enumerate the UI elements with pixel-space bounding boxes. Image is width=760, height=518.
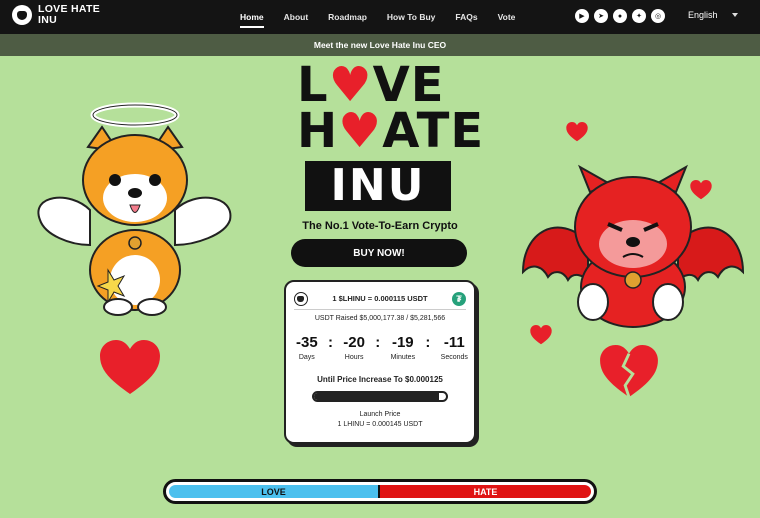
top-navbar: LOVE HATE INU Home About Roadmap How To … bbox=[0, 0, 760, 34]
chevron-down-icon[interactable] bbox=[732, 13, 738, 17]
countdown-seconds: -11 Seconds bbox=[441, 334, 468, 361]
red-heart-icon bbox=[100, 340, 160, 394]
nav-faqs[interactable]: FAQs bbox=[455, 12, 477, 22]
countdown-hours: -20 Hours bbox=[343, 334, 365, 361]
dog-logo-icon bbox=[12, 5, 32, 25]
presale-progress-bar bbox=[312, 391, 448, 402]
launch-price-value: 1 LHINU = 0.000145 USDT bbox=[337, 421, 423, 428]
devil-dog-illustration bbox=[521, 164, 745, 328]
nav-how-to-buy[interactable]: How To Buy bbox=[387, 12, 435, 22]
presale-progress-fill bbox=[314, 393, 439, 400]
countdown-label: Seconds bbox=[440, 354, 468, 361]
countdown-separator: : bbox=[327, 334, 333, 351]
tether-icon: ₮ bbox=[452, 291, 466, 306]
angel-dog-illustration bbox=[37, 102, 232, 316]
dog-logo-icon bbox=[294, 291, 308, 306]
language-select[interactable]: English bbox=[688, 10, 718, 20]
brand-name: LOVE HATE INU bbox=[38, 3, 101, 26]
countdown-minutes: -19 Minutes bbox=[391, 334, 416, 361]
twitter-icon[interactable]: ✦ bbox=[632, 9, 646, 23]
buy-now-button[interactable]: BUY NOW! bbox=[291, 239, 467, 267]
hero-title: L♥VE H♥ATE INU bbox=[297, 57, 483, 211]
presale-rate: 1 $LHINU = 0.000115 USDT bbox=[332, 294, 428, 303]
telegram-icon[interactable]: ➤ bbox=[594, 9, 608, 23]
youtube-icon[interactable]: ▶ bbox=[575, 9, 589, 23]
nav-vote[interactable]: Vote bbox=[498, 12, 516, 22]
countdown-value: -35 bbox=[296, 334, 318, 351]
broken-heart-icon bbox=[600, 345, 658, 398]
title-letters: ATE bbox=[382, 103, 485, 159]
hero-tagline: The No.1 Vote-To-Earn Crypto bbox=[302, 220, 458, 232]
countdown-value: -19 bbox=[391, 334, 414, 351]
countdown-separator: : bbox=[425, 334, 431, 351]
presale-rate-row: 1 $LHINU = 0.000115 USDT ₮ bbox=[294, 288, 466, 310]
countdown-timer: -35 Days : -20 Hours : -19 Minutes : -11… bbox=[296, 334, 468, 361]
nav-home[interactable]: Home bbox=[240, 12, 264, 28]
countdown-separator: : bbox=[375, 334, 381, 351]
title-line-hate: H♥ATE bbox=[297, 103, 483, 159]
nav-about[interactable]: About bbox=[284, 12, 309, 22]
hate-segment[interactable]: HATE bbox=[380, 485, 591, 498]
heart-icon: ♥ bbox=[328, 57, 373, 113]
love-segment[interactable]: LOVE bbox=[169, 485, 380, 498]
title-line-love: L♥VE bbox=[297, 57, 457, 113]
usdt-raised: USDT Raised $5,000,177.38 / $5,281,566 bbox=[314, 315, 446, 322]
heart-icon: ♥ bbox=[338, 103, 383, 159]
launch-price: Launch Price 1 LHINU = 0.000145 USDT bbox=[286, 410, 474, 430]
countdown-label: Hours bbox=[344, 354, 364, 361]
social-links: ▶ ➤ ● ✦ ◎ bbox=[575, 9, 670, 23]
nav-roadmap[interactable]: Roadmap bbox=[328, 12, 367, 22]
countdown-value: -11 bbox=[443, 334, 465, 351]
broken-heart-icon bbox=[566, 122, 588, 142]
broken-heart-icon bbox=[530, 325, 552, 345]
love-hate-vote-bar[interactable]: LOVE HATE bbox=[163, 479, 597, 504]
title-line-inu: INU bbox=[305, 161, 451, 211]
broken-heart-icon bbox=[690, 180, 712, 200]
countdown-label: Minutes bbox=[390, 354, 416, 361]
vote-bar-track: LOVE HATE bbox=[169, 485, 591, 498]
instagram-icon[interactable]: ◎ bbox=[651, 9, 665, 23]
title-letter: H bbox=[297, 103, 339, 159]
launch-price-label: Launch Price bbox=[359, 411, 401, 418]
discord-icon[interactable]: ● bbox=[613, 9, 627, 23]
presale-widget: 1 $LHINU = 0.000115 USDT ₮ USDT Raised $… bbox=[284, 280, 476, 444]
countdown-label: Days bbox=[298, 354, 315, 361]
countdown-days: -35 Days bbox=[296, 334, 318, 361]
main-menu: Home About Roadmap How To Buy FAQs Vote bbox=[240, 0, 535, 34]
countdown-value: -20 bbox=[343, 334, 365, 351]
brand-logo[interactable]: LOVE HATE INU bbox=[12, 4, 118, 26]
announcement-banner[interactable]: Meet the new Love Hate Inu CEO bbox=[0, 34, 760, 56]
price-increase-note: Until Price Increase To $0.000125 bbox=[317, 375, 443, 384]
